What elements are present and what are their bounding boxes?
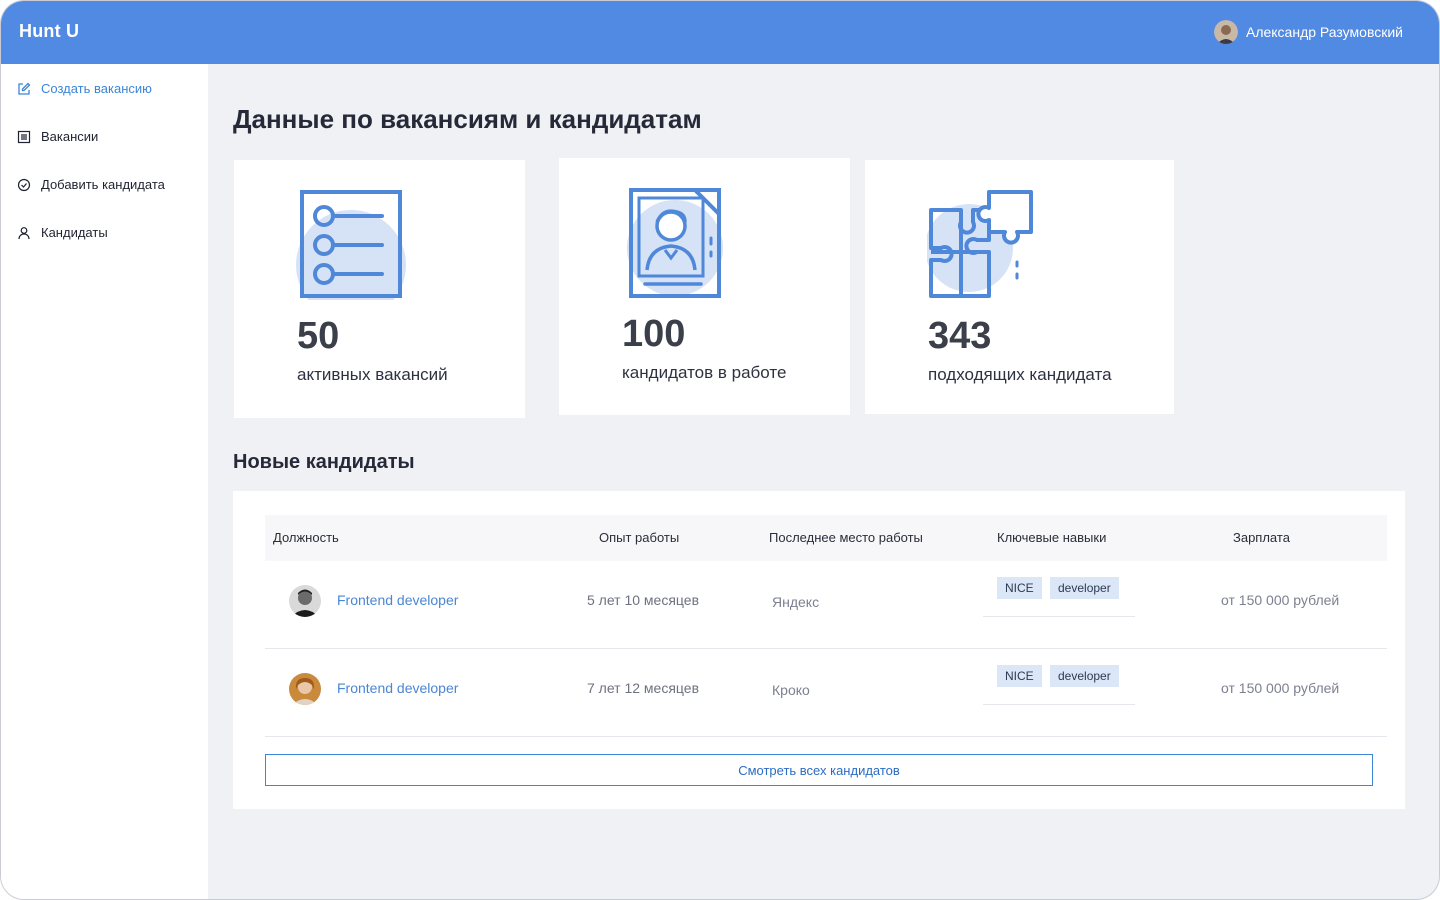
column-header-experience[interactable]: Опыт работы: [599, 530, 679, 545]
column-header-skills[interactable]: Ключевые навыки: [997, 530, 1106, 545]
section-title-new-candidates: Новые кандидаты: [233, 451, 415, 473]
stat-value: 343: [928, 315, 992, 357]
table-row[interactable]: Frontend developer 7 лет 12 месяцев Крок…: [265, 649, 1387, 737]
sidebar-item-create-vacancy[interactable]: Создать вакансию: [17, 81, 152, 96]
sidebar: Создать вакансию Вакансии Добавить канди…: [1, 64, 208, 899]
skill-tag[interactable]: developer: [1050, 665, 1119, 687]
candidate-experience: 7 лет 12 месяцев: [587, 680, 700, 696]
candidate-experience: 5 лет 10 месяцев: [587, 592, 700, 608]
sidebar-item-label: Вакансии: [41, 129, 99, 144]
candidate-avatar[interactable]: [289, 585, 321, 617]
sidebar-item-vacancies[interactable]: Вакансии: [17, 129, 98, 144]
user-name[interactable]: Александр Разумовский: [1246, 24, 1403, 40]
stat-card-vacancies[interactable]: 50 активных вакансий: [234, 160, 525, 418]
stat-label: активных вакансий: [297, 365, 448, 384]
table-row[interactable]: Frontend developer 5 лет 10 месяцев Янде…: [265, 561, 1387, 649]
sidebar-item-label: Создать вакансию: [41, 81, 152, 96]
skill-tag[interactable]: NICE: [997, 577, 1042, 599]
stat-card-matching-candidates[interactable]: 343 подходящих кандидата: [865, 160, 1174, 414]
page-title: Данные по вакансиям и кандидатам: [233, 104, 702, 134]
edit-icon: [17, 82, 31, 96]
top-bar: Hunt U Александр Разумовский: [1, 1, 1439, 64]
stat-card-candidates-in-work[interactable]: 100 кандидатов в работе: [559, 158, 850, 415]
resume-icon: [625, 188, 725, 305]
puzzle-icon: [925, 190, 1037, 305]
candidate-salary: от 150 000 рублей: [1221, 680, 1340, 696]
column-header-last-job[interactable]: Последнее место работы: [769, 530, 923, 545]
check-circle-icon: [17, 178, 31, 192]
candidate-skills: NICE developer: [983, 577, 1135, 617]
stat-value: 50: [297, 315, 340, 357]
candidate-position-link[interactable]: Frontend developer: [337, 680, 458, 696]
user-icon: [17, 226, 31, 240]
skill-tag[interactable]: developer: [1050, 577, 1119, 599]
sidebar-item-label: Добавить кандидата: [41, 177, 165, 192]
brand-logo[interactable]: Hunt U: [19, 21, 79, 42]
stat-label: кандидатов в работе: [622, 363, 787, 382]
column-header-position[interactable]: Должность: [273, 530, 339, 545]
stat-value: 100: [622, 313, 686, 355]
column-header-salary[interactable]: Зарплата: [1233, 530, 1290, 545]
sidebar-item-add-candidate[interactable]: Добавить кандидата: [17, 177, 165, 192]
view-all-candidates-button[interactable]: Смотреть всех кандидатов: [265, 754, 1373, 786]
candidate-position-link[interactable]: Frontend developer: [337, 592, 458, 608]
app-window: Hunt U Александр Разумовский Создать вак…: [0, 0, 1440, 900]
user-avatar[interactable]: [1213, 20, 1238, 44]
candidates-table: Должность Опыт работы Последнее место ра…: [233, 491, 1405, 809]
candidate-skills: NICE developer: [983, 665, 1135, 705]
table-header: Должность Опыт работы Последнее место ра…: [265, 515, 1387, 561]
skill-tag[interactable]: NICE: [997, 665, 1042, 687]
list-icon: [17, 130, 31, 144]
user-menu[interactable]: Александр Разумовский: [1213, 20, 1403, 44]
candidate-salary: от 150 000 рублей: [1221, 592, 1340, 608]
candidate-avatar[interactable]: [289, 673, 321, 705]
stat-label: подходящих кандидата: [928, 365, 1112, 384]
checklist-icon: [296, 190, 406, 305]
candidate-last-job: Кроко: [772, 682, 810, 698]
sidebar-item-label: Кандидаты: [41, 225, 108, 240]
candidate-last-job: Яндекс: [772, 594, 820, 610]
sidebar-item-candidates[interactable]: Кандидаты: [17, 225, 108, 240]
